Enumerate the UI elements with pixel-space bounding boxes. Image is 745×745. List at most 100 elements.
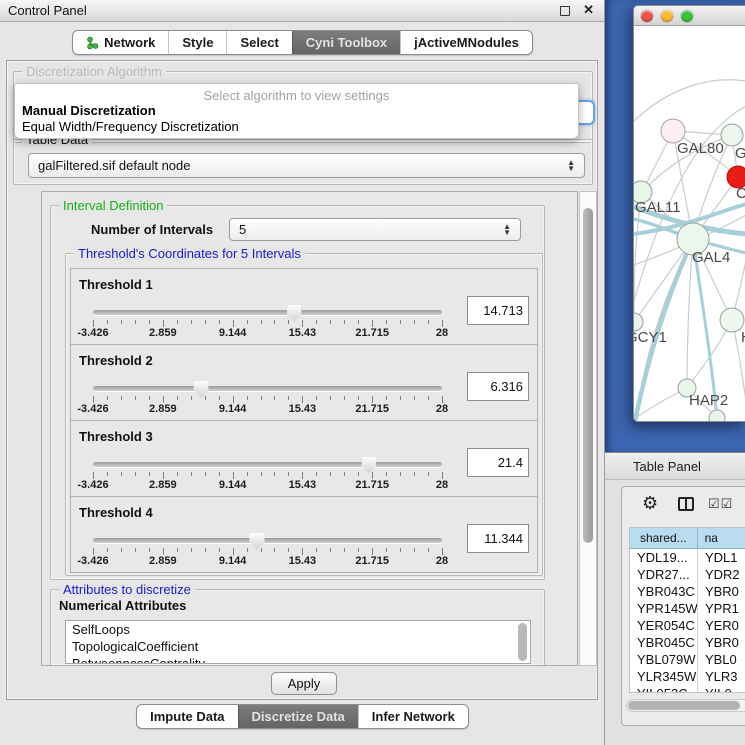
tick-label: -3.426 — [77, 403, 108, 415]
table-row[interactable]: YDL19...YDL1 — [630, 549, 745, 566]
tick-mark — [386, 320, 387, 324]
list-scrollbar-thumb[interactable] — [518, 623, 527, 661]
threshold-slider[interactable]: -3.4262.8599.14415.4321.71528 — [93, 305, 442, 341]
combo-spinner-icon: ▲▼ — [561, 160, 575, 171]
close-traffic-light-icon[interactable] — [641, 10, 653, 22]
tick-mark — [149, 548, 150, 552]
network-window-titlebar[interactable] — [634, 6, 745, 26]
zoom-traffic-light-icon[interactable] — [681, 10, 693, 22]
tick-mark — [163, 320, 164, 327]
settings-scrollbar[interactable] — [579, 191, 597, 666]
threshold-value-field[interactable]: 14.713 — [467, 296, 529, 325]
tick-mark — [372, 472, 373, 479]
tick-mark — [261, 548, 262, 552]
tick-mark — [247, 320, 248, 324]
network-edge[interactable] — [634, 80, 745, 121]
tab-label: Impute Data — [150, 709, 224, 724]
numerical-attributes-list[interactable]: SelfLoopsTopologicalCoefficientBetweenne… — [65, 620, 531, 664]
table-row[interactable]: YDR27...YDR2 — [630, 566, 745, 583]
tab-style[interactable]: Style — [168, 31, 226, 54]
table-row[interactable]: YBL079WYBL0 — [630, 651, 745, 668]
slider-track[interactable] — [93, 310, 442, 315]
tab-network[interactable]: Network — [73, 31, 168, 54]
node-label-c: C — [736, 185, 745, 202]
tab-jactivemnodules[interactable]: jActiveMNodules — [400, 31, 532, 54]
tick-mark — [442, 472, 443, 479]
tick-mark — [400, 472, 401, 476]
top-right-node[interactable] — [721, 124, 743, 146]
tick-mark — [107, 320, 108, 324]
tick-mark — [177, 472, 178, 476]
combo-spinner-icon: ▲▼ — [497, 224, 511, 235]
threshold-label: Threshold 2 — [79, 353, 153, 368]
table-data-combo[interactable]: galFiltered.sif default node ▲▼ — [28, 153, 585, 178]
table-row[interactable]: YIL052CYIL0 — [630, 685, 745, 693]
threshold-slider[interactable]: -3.4262.8599.14415.4321.71528 — [93, 533, 442, 569]
float-window-icon[interactable] — [560, 6, 570, 16]
slider-track[interactable] — [93, 538, 442, 543]
tick-mark — [121, 396, 122, 400]
tick-mark — [107, 472, 108, 476]
threshold-slider[interactable]: -3.4262.8599.14415.4321.71528 — [93, 457, 442, 493]
tick-mark — [428, 472, 429, 476]
dropdown-hint-item[interactable]: Select algorithm to view settings — [15, 84, 578, 103]
table-row[interactable]: YER054CYER0 — [630, 617, 745, 634]
close-icon[interactable]: ✕ — [583, 2, 594, 18]
tab-cyni-toolbox[interactable]: Cyni Toolbox — [292, 31, 400, 54]
threshold-value-field[interactable]: 6.316 — [467, 372, 529, 401]
numerical-attributes-label: Numerical Attributes — [59, 598, 186, 613]
bottom-tab-bar: Impute Data Discretize DataInfer Network — [0, 704, 605, 729]
table-row[interactable]: YPR145WYPR1 — [630, 600, 745, 617]
apply-button[interactable]: Apply — [271, 672, 337, 695]
tick-mark — [261, 472, 262, 476]
attribute-item-topologicalcoefficient[interactable]: TopologicalCoefficient — [66, 638, 530, 655]
network-icon — [86, 36, 99, 50]
settings-scrollbar-thumb[interactable] — [583, 208, 593, 543]
tick-mark — [149, 396, 150, 400]
column-header[interactable]: na — [698, 528, 745, 549]
threshold-row-threshold-2: Threshold 2 -3.4262.8599.14415.4321.71528… — [70, 344, 538, 421]
tick-mark — [288, 396, 289, 400]
tick-mark — [247, 548, 248, 552]
tab-infer-network[interactable]: Infer Network — [358, 705, 468, 728]
slider-track[interactable] — [93, 386, 442, 391]
tick-mark — [414, 320, 415, 324]
tick-mark — [205, 396, 206, 400]
table-data-combo-value: galFiltered.sif default node — [38, 158, 190, 173]
threshold-value-field[interactable]: 11.344 — [467, 524, 529, 553]
tick-mark — [135, 548, 136, 552]
columns-icon[interactable] — [678, 497, 694, 511]
tab-select[interactable]: Select — [226, 31, 291, 54]
number-of-intervals-combo[interactable]: 5 ▲▼ — [229, 218, 521, 241]
tick-label: 9.144 — [219, 555, 247, 567]
column-header[interactable]: shared... — [630, 528, 698, 549]
node-table: shared...naYDL19...YDL1YDR27...YDR2YBR04… — [629, 527, 745, 693]
table-row[interactable]: YBR045CYBR0 — [630, 634, 745, 651]
attribute-item-selfloops[interactable]: SelfLoops — [66, 621, 530, 638]
table-row[interactable]: YLR345WYLR3 — [630, 668, 745, 685]
gear-icon[interactable]: ⚙ — [642, 493, 658, 514]
tab-discretize-data[interactable]: Discretize Data — [238, 705, 358, 728]
threshold-value-field[interactable]: 21.4 — [467, 448, 529, 477]
control-panel-window: Control Panel ✕ NetworkStyleSelectCyni T… — [0, 0, 605, 745]
attribute-item-betweennesscentrality[interactable]: BetweennessCentrality — [66, 655, 530, 664]
table-cell: YBL0 — [698, 651, 745, 668]
table-hscrollbar[interactable] — [626, 699, 745, 712]
table-row[interactable]: YBR043CYBR0 — [630, 583, 745, 600]
tab-impute-data[interactable]: Impute Data — [137, 705, 237, 728]
bottom-node[interactable] — [709, 410, 725, 422]
select-columns-icon[interactable]: ☑☑ — [708, 496, 733, 512]
tab-label: Select — [240, 35, 278, 50]
dropdown-option-equal-width-frequency-discretization[interactable]: Equal Width/Frequency Discretization — [15, 119, 578, 135]
slider-track[interactable] — [93, 462, 442, 467]
network-canvas[interactable]: GAL80GACGAL11GAL4GCY1HHAP2 — [634, 26, 745, 422]
table-hscrollbar-thumb[interactable] — [628, 701, 740, 710]
threshold-slider[interactable]: -3.4262.8599.14415.4321.71528 — [93, 381, 442, 417]
minimize-traffic-light-icon[interactable] — [661, 10, 673, 22]
tick-mark — [247, 396, 248, 400]
dropdown-option-manual-discretization[interactable]: Manual Discretization — [15, 103, 578, 119]
node-label-hap2: HAP2 — [689, 392, 728, 409]
table-cell: YIL0 — [698, 685, 745, 693]
tick-mark — [191, 472, 192, 476]
tick-mark — [233, 396, 234, 403]
